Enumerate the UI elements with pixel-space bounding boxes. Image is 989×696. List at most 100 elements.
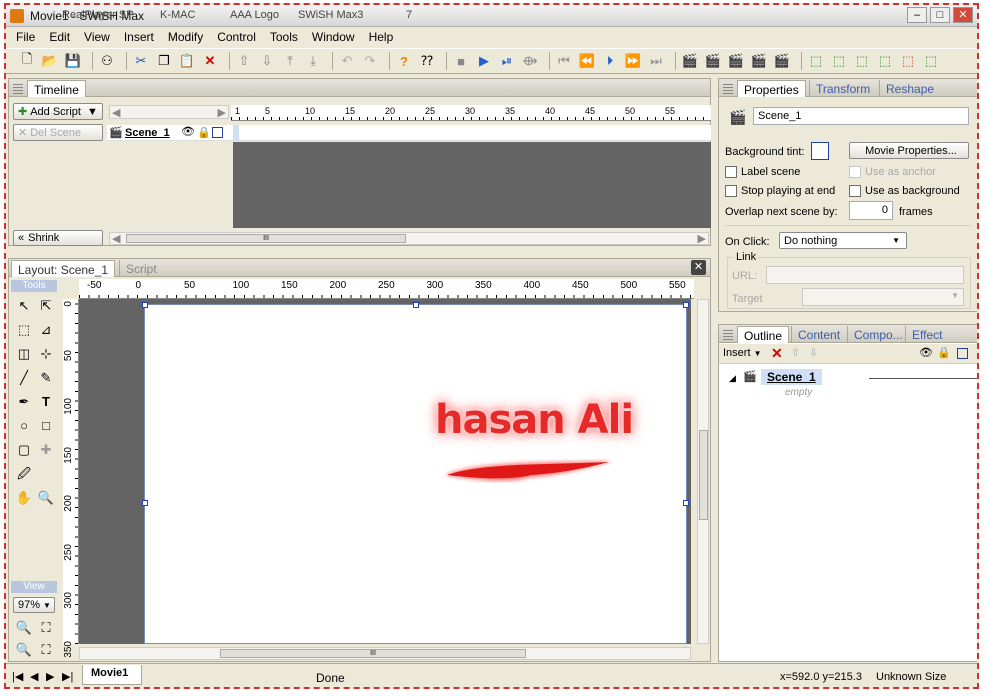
timeline-hscrollbar[interactable]: ◀ III ▶ xyxy=(109,232,709,245)
taskbar-item[interactable]: SWiSH Max3 xyxy=(298,9,363,21)
scroll-thumb[interactable]: III xyxy=(220,649,526,658)
tab-timeline[interactable]: Timeline xyxy=(27,80,86,97)
insert-sprite-icon[interactable]: 🎬 xyxy=(750,52,768,70)
add-script-button[interactable]: ✚ Add Script ▼ xyxy=(13,103,103,120)
save-icon[interactable]: 💾 xyxy=(64,52,82,70)
hand-tool-icon[interactable]: ✋ xyxy=(15,489,33,507)
scene-prev-icon[interactable]: ◀ xyxy=(30,670,38,683)
motion-path-icon[interactable]: ⊹ xyxy=(37,345,55,363)
move-up-icon[interactable]: ⇧ xyxy=(791,346,800,359)
reshape-tool-icon[interactable]: ⊿ xyxy=(37,321,55,339)
tab-reshape[interactable]: Reshape xyxy=(879,80,940,97)
close-button[interactable]: ✕ xyxy=(953,7,973,23)
effect-blur-icon[interactable]: ⬚ xyxy=(899,52,917,70)
url-input[interactable] xyxy=(766,266,964,284)
zoom-fit-icon[interactable]: 🔍 xyxy=(15,619,33,637)
scroll-right-icon[interactable]: ▶ xyxy=(698,232,706,245)
rectangle-tool-icon[interactable]: □ xyxy=(37,417,55,435)
cut-icon[interactable]: ✂ xyxy=(132,52,150,70)
movie-tab[interactable]: Movie1 xyxy=(82,665,142,685)
menu-tools[interactable]: Tools xyxy=(270,30,298,44)
play-scene-icon[interactable]: ⏯ xyxy=(498,52,516,70)
scroll-right-icon[interactable]: ▶ xyxy=(218,106,226,119)
panel-grip-icon[interactable] xyxy=(13,82,23,94)
zoom-tool-icon[interactable]: 🔍 xyxy=(37,489,55,507)
context-help-icon[interactable]: ⁇ xyxy=(418,52,436,70)
pen-tool-icon[interactable]: ✒ xyxy=(15,393,33,411)
close-layout-icon[interactable]: ✕ xyxy=(691,260,706,275)
selection-handle[interactable] xyxy=(413,302,419,308)
overlap-input[interactable]: 0 xyxy=(849,201,893,220)
insert-image-icon[interactable]: 🎬 xyxy=(773,52,791,70)
panel-grip-icon[interactable] xyxy=(723,328,733,340)
menu-control[interactable]: Control xyxy=(217,30,256,44)
zoom-100-icon[interactable]: 🔍 xyxy=(15,641,33,659)
zoom-select[interactable]: 97% ▼ xyxy=(13,597,55,613)
tab-effect[interactable]: Effect xyxy=(905,326,948,343)
scroll-left-icon[interactable]: ◀ xyxy=(112,106,120,119)
effect-move-icon[interactable]: ⬚ xyxy=(853,52,871,70)
label-scene-checkbox[interactable]: Label scene xyxy=(725,166,800,179)
tab-properties[interactable]: Properties xyxy=(737,80,806,97)
selection-handle[interactable] xyxy=(142,500,148,506)
maximize-button[interactable]: □ xyxy=(930,7,950,23)
tab-components[interactable]: Compo... xyxy=(847,326,909,343)
next-frame-icon[interactable]: ⏩ xyxy=(624,52,642,70)
menu-view[interactable]: View xyxy=(84,30,110,44)
effect-fade-icon[interactable]: ⬚ xyxy=(807,52,825,70)
bring-front-icon[interactable]: ⤒ xyxy=(281,52,299,70)
autoshape-tool-icon[interactable]: ✚ xyxy=(37,441,55,459)
timeline-frames-row[interactable] xyxy=(231,125,711,141)
first-frame-icon[interactable]: ⏮ xyxy=(555,52,573,70)
pencil-tool-icon[interactable]: ✎ xyxy=(37,369,55,387)
select-tool-icon[interactable]: ↖ xyxy=(15,297,33,315)
paste-icon[interactable]: 📋 xyxy=(178,52,196,70)
outline-mode-icon[interactable] xyxy=(212,127,223,138)
effect-custom-icon[interactable]: ⬚ xyxy=(922,52,940,70)
scene-next-icon[interactable]: ▶ xyxy=(46,670,54,683)
insert-scene-icon[interactable]: 🎬 xyxy=(681,52,699,70)
stop-icon[interactable]: ■ xyxy=(452,52,470,70)
fill-transform-icon[interactable]: ◫ xyxy=(15,345,33,363)
redo-icon[interactable]: ↷ xyxy=(361,52,379,70)
taskbar-item[interactable]: AAA Logo xyxy=(230,9,279,21)
layout-vscrollbar[interactable] xyxy=(697,299,709,644)
help-icon[interactable]: ? xyxy=(395,52,413,70)
outline-mode-icon[interactable] xyxy=(957,348,968,359)
tab-layout[interactable]: Layout: Scene_1 xyxy=(11,260,116,277)
target-select[interactable]: ▼ xyxy=(802,288,964,306)
find-icon[interactable]: ⚇ xyxy=(98,52,116,70)
taskbar-item[interactable]: K-MAC xyxy=(160,9,195,21)
scene-first-icon[interactable]: |◀ xyxy=(12,670,23,683)
timeline-frame-ruler[interactable]: 1 5 10 15 20 25 30 35 40 45 50 55 xyxy=(231,105,711,121)
tab-content[interactable]: Content xyxy=(791,326,846,343)
use-background-checkbox[interactable]: Use as background xyxy=(849,185,960,198)
delete-icon[interactable]: ✕ xyxy=(201,52,219,70)
eyedropper-tool-icon[interactable]: 🖉 xyxy=(15,465,33,483)
play-frame-icon[interactable]: ⏵ xyxy=(601,52,619,70)
play-effect-icon[interactable]: ⟴ xyxy=(521,52,539,70)
effect-zoom-icon[interactable]: ⬚ xyxy=(830,52,848,70)
menu-insert[interactable]: Insert xyxy=(124,30,154,44)
lock-icon[interactable]: 🔒 xyxy=(197,126,211,139)
panel-grip-icon[interactable] xyxy=(723,82,733,94)
prev-frame-icon[interactable]: ⏪ xyxy=(578,52,596,70)
last-frame-icon[interactable]: ⏭ xyxy=(647,52,665,70)
eye-icon[interactable]: 👁 xyxy=(181,125,195,138)
stop-playing-checkbox[interactable]: Stop playing at end xyxy=(725,185,835,198)
layout-hscrollbar[interactable]: III xyxy=(79,647,691,660)
bg-tint-swatch[interactable] xyxy=(811,142,829,160)
zoom-region-icon[interactable]: ⛶ xyxy=(37,619,55,637)
use-anchor-checkbox[interactable]: Use as anchor xyxy=(849,166,936,179)
send-backward-icon[interactable]: ⇩ xyxy=(258,52,276,70)
insert-text-icon[interactable]: 🎬 xyxy=(704,52,722,70)
menu-file[interactable]: File xyxy=(16,30,35,44)
selection-handle[interactable] xyxy=(142,302,148,308)
transform-tool-icon[interactable]: ⬚ xyxy=(15,321,33,339)
shrink-button[interactable]: « Shrink xyxy=(13,230,103,246)
minimize-button[interactable]: – xyxy=(907,7,927,23)
scroll-thumb[interactable] xyxy=(699,430,708,520)
send-back-icon[interactable]: ⤓ xyxy=(304,52,322,70)
tab-transform[interactable]: Transform xyxy=(809,80,876,97)
lock-icon[interactable]: 🔒 xyxy=(937,346,951,359)
